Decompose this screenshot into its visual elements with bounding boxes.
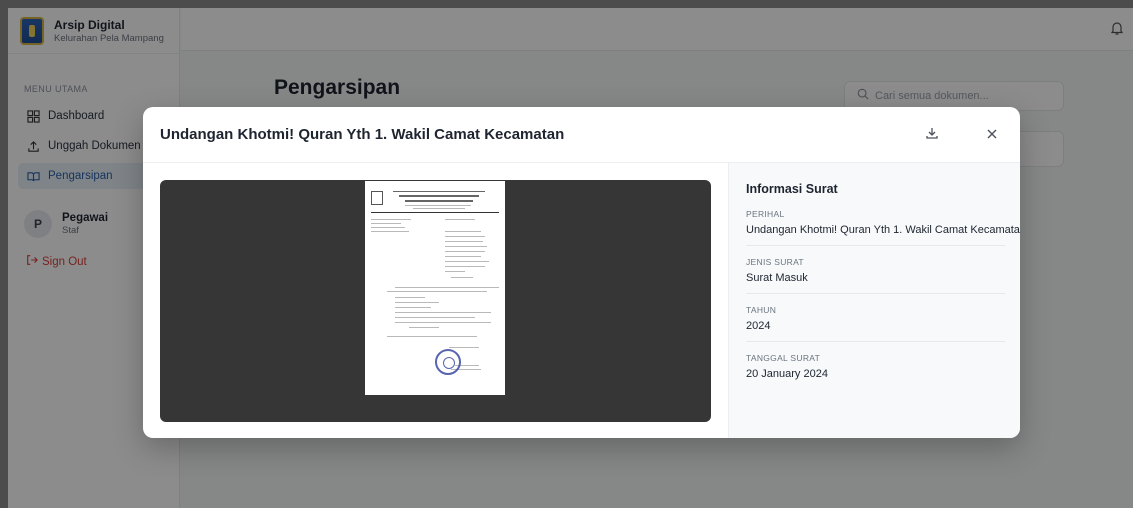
close-icon [986, 127, 998, 144]
divider [746, 245, 1005, 246]
field-value: Undangan Khotmi! Quran Yth 1. Wakil Cama… [746, 224, 1020, 236]
modal-title: Undangan Khotmi! Quran Yth 1. Wakil Cama… [160, 126, 565, 143]
download-button[interactable] [921, 124, 943, 146]
field-label: JENIS SURAT [746, 257, 804, 267]
download-icon [925, 126, 939, 145]
close-button[interactable] [981, 124, 1003, 146]
field-value: Surat Masuk [746, 272, 808, 284]
field-label: TAHUN [746, 305, 777, 315]
divider [746, 341, 1005, 342]
field-perihal: PERIHAL Undangan Khotmi! Quran Yth 1. Wa… [746, 209, 1020, 246]
field-label: PERIHAL [746, 209, 785, 219]
field-jenis-surat: JENIS SURAT Surat Masuk [746, 257, 1005, 294]
modal-header: Undangan Khotmi! Quran Yth 1. Wakil Cama… [143, 107, 1020, 163]
info-panel-title: Informasi Surat [746, 182, 838, 196]
field-tanggal-surat: TANGGAL SURAT 20 January 2024 [746, 353, 1005, 380]
document-viewer[interactable] [160, 180, 711, 422]
document-page-image [365, 181, 505, 395]
letter-info-panel: Informasi Surat PERIHAL Undangan Khotmi!… [728, 163, 1020, 438]
field-tahun: TAHUN 2024 [746, 305, 1005, 342]
field-value: 20 January 2024 [746, 368, 828, 380]
field-label: TANGGAL SURAT [746, 353, 821, 363]
field-value: 2024 [746, 320, 771, 332]
divider [746, 293, 1005, 294]
document-preview-modal: Undangan Khotmi! Quran Yth 1. Wakil Cama… [143, 107, 1020, 438]
official-stamp-icon [435, 349, 461, 375]
